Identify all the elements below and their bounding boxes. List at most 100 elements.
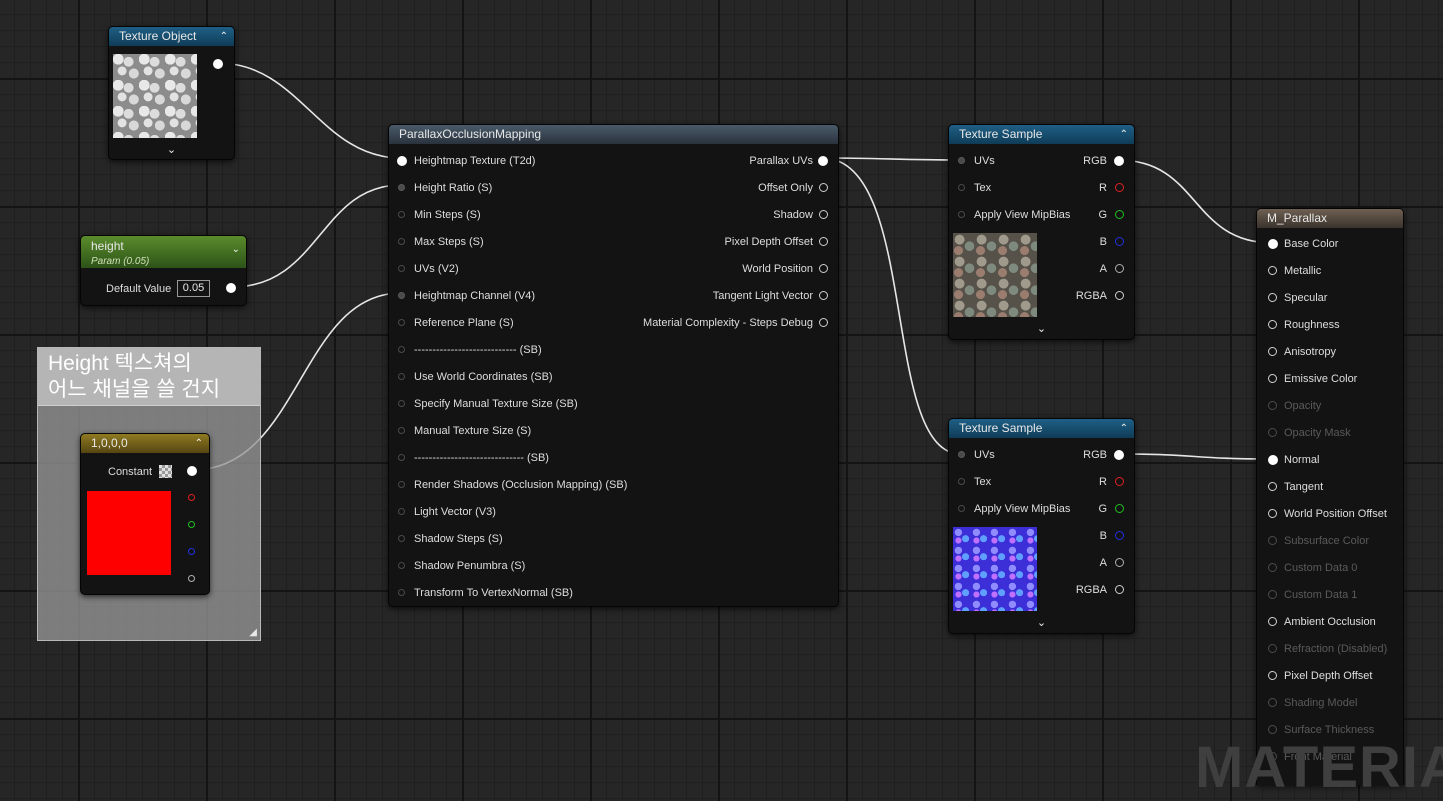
- wire-uvs-to-sample1: [821, 157, 962, 161]
- pom-input-pin[interactable]: [398, 373, 405, 380]
- pom-input-pin[interactable]: [398, 481, 405, 488]
- pom-input-pin[interactable]: [398, 508, 405, 515]
- pom-input-pin[interactable]: [398, 211, 405, 218]
- pom-input-pin[interactable]: [397, 156, 407, 166]
- sample-output-pin[interactable]: [1115, 477, 1124, 486]
- dropdown-icon[interactable]: ⌄: [232, 242, 240, 258]
- material-input-pin[interactable]: [1268, 320, 1277, 329]
- node-header[interactable]: Texture Sample ⌃: [949, 125, 1134, 144]
- expand-icon[interactable]: ⌄: [949, 322, 1134, 335]
- sample-output-pin[interactable]: [1115, 531, 1124, 540]
- sample-input-pin[interactable]: [958, 184, 965, 191]
- pom-input-pin[interactable]: [398, 454, 405, 461]
- node-header[interactable]: Texture Sample ⌃: [949, 419, 1134, 438]
- pom-output-pin[interactable]: [819, 183, 828, 192]
- pom-output-pin[interactable]: [819, 318, 828, 327]
- collapse-icon[interactable]: ⌃: [195, 434, 203, 453]
- pom-input-pin[interactable]: [398, 292, 405, 299]
- material-input-pin[interactable]: [1268, 455, 1278, 465]
- node-header[interactable]: 1,0,0,0 ⌃: [81, 434, 209, 453]
- pom-input-label: ------------------------------ (SB): [414, 452, 549, 464]
- pom-input-pin[interactable]: [398, 238, 405, 245]
- sample-input-pin[interactable]: [958, 478, 965, 485]
- resize-handle-icon[interactable]: ◢: [249, 627, 257, 638]
- collapse-icon[interactable]: ⌃: [1120, 125, 1128, 144]
- material-input-pin[interactable]: [1268, 401, 1277, 410]
- material-input-pin[interactable]: [1268, 428, 1277, 437]
- pom-input-pin[interactable]: [398, 184, 405, 191]
- g-output-pin[interactable]: [188, 521, 195, 528]
- pom-input-pin[interactable]: [398, 319, 405, 326]
- pom-input-pin[interactable]: [398, 535, 405, 542]
- node-header[interactable]: height Param (0.05) ⌄: [81, 236, 246, 268]
- material-input-pin[interactable]: [1268, 266, 1277, 275]
- sample-output-pin[interactable]: [1115, 237, 1124, 246]
- parallax-occlusion-mapping-node[interactable]: ParallaxOcclusionMapping Heightmap Textu…: [388, 124, 839, 607]
- pom-output-pin[interactable]: [818, 156, 828, 166]
- pom-output-pin[interactable]: [819, 291, 828, 300]
- constant-output-pin[interactable]: [187, 466, 197, 476]
- material-input-pin[interactable]: [1268, 563, 1277, 572]
- sample-output-pin[interactable]: [1114, 156, 1124, 166]
- pom-input-pin[interactable]: [398, 562, 405, 569]
- node-header[interactable]: Texture Object ⌃: [109, 27, 234, 46]
- pom-output-pin[interactable]: [819, 264, 828, 273]
- sample-output-pin[interactable]: [1114, 450, 1124, 460]
- node-header[interactable]: M_Parallax: [1257, 209, 1403, 228]
- material-input-pin[interactable]: [1268, 293, 1277, 302]
- material-input-pin[interactable]: [1268, 725, 1277, 734]
- collapse-icon[interactable]: ⌃: [1120, 419, 1128, 438]
- material-input-pin[interactable]: [1268, 644, 1277, 653]
- sample-output-label: B: [1099, 530, 1107, 542]
- height-param-node[interactable]: height Param (0.05) ⌄ Default Value 0.05: [80, 235, 247, 306]
- collapse-icon[interactable]: ⌃: [220, 27, 228, 46]
- material-result-node[interactable]: M_Parallax Base Color Metallic Specular Rou…: [1256, 208, 1404, 785]
- sample-output-pin[interactable]: [1115, 264, 1124, 273]
- material-input-pin[interactable]: [1268, 617, 1277, 626]
- material-input-pin[interactable]: [1268, 239, 1278, 249]
- material-input-pin[interactable]: [1268, 698, 1277, 707]
- sample-output-label: RGBA: [1075, 290, 1107, 302]
- pom-input-pin[interactable]: [398, 265, 405, 272]
- node-header[interactable]: ParallaxOcclusionMapping: [389, 125, 838, 144]
- sample-input-pin[interactable]: [958, 505, 965, 512]
- a-output-pin[interactable]: [188, 575, 195, 582]
- height-output-pin[interactable]: [226, 283, 236, 293]
- texture-object-node[interactable]: Texture Object ⌃ ⌄: [108, 26, 235, 160]
- pom-output-pin[interactable]: [819, 237, 828, 246]
- pom-input-pin[interactable]: [398, 589, 405, 596]
- sample-output-pin[interactable]: [1115, 291, 1124, 300]
- texture-output-pin[interactable]: [213, 59, 223, 69]
- expand-icon[interactable]: ⌄: [949, 616, 1134, 629]
- sample-output-pin[interactable]: [1115, 504, 1124, 513]
- pom-output-pin[interactable]: [819, 210, 828, 219]
- material-input-pin[interactable]: [1268, 374, 1277, 383]
- default-value-field[interactable]: 0.05: [177, 280, 210, 297]
- pom-input-pin[interactable]: [398, 346, 405, 353]
- r-output-pin[interactable]: [188, 494, 195, 501]
- material-input-pin[interactable]: [1268, 482, 1277, 491]
- pom-input-pin[interactable]: [398, 427, 405, 434]
- texture-sample-node-1[interactable]: Texture Sample ⌃ UVs Tex Apply View MipBia…: [948, 124, 1135, 340]
- b-output-pin[interactable]: [188, 548, 195, 555]
- pom-input-pin[interactable]: [398, 400, 405, 407]
- node-title: M_Parallax: [1267, 211, 1328, 225]
- material-input-pin[interactable]: [1268, 347, 1277, 356]
- expand-icon[interactable]: ⌄: [109, 143, 234, 156]
- texture-preview: [953, 233, 1037, 317]
- sample-input-pin[interactable]: [958, 451, 965, 458]
- sample-input-pin[interactable]: [958, 211, 965, 218]
- material-input-pin[interactable]: [1268, 671, 1277, 680]
- material-input-pin[interactable]: [1268, 536, 1277, 545]
- sample-input-pin[interactable]: [958, 157, 965, 164]
- material-input-pin[interactable]: [1268, 509, 1277, 518]
- sample-output-pin[interactable]: [1115, 585, 1124, 594]
- sample-output-pin[interactable]: [1115, 558, 1124, 567]
- sample-output-pin[interactable]: [1115, 183, 1124, 192]
- color-swatch: [87, 491, 171, 575]
- sample-output-label: G: [1098, 503, 1107, 515]
- constant-node[interactable]: 1,0,0,0 ⌃ Constant: [80, 433, 210, 595]
- texture-sample-node-2[interactable]: Texture Sample ⌃ UVs Tex Apply View MipBia…: [948, 418, 1135, 634]
- material-input-pin[interactable]: [1268, 590, 1277, 599]
- sample-output-pin[interactable]: [1115, 210, 1124, 219]
